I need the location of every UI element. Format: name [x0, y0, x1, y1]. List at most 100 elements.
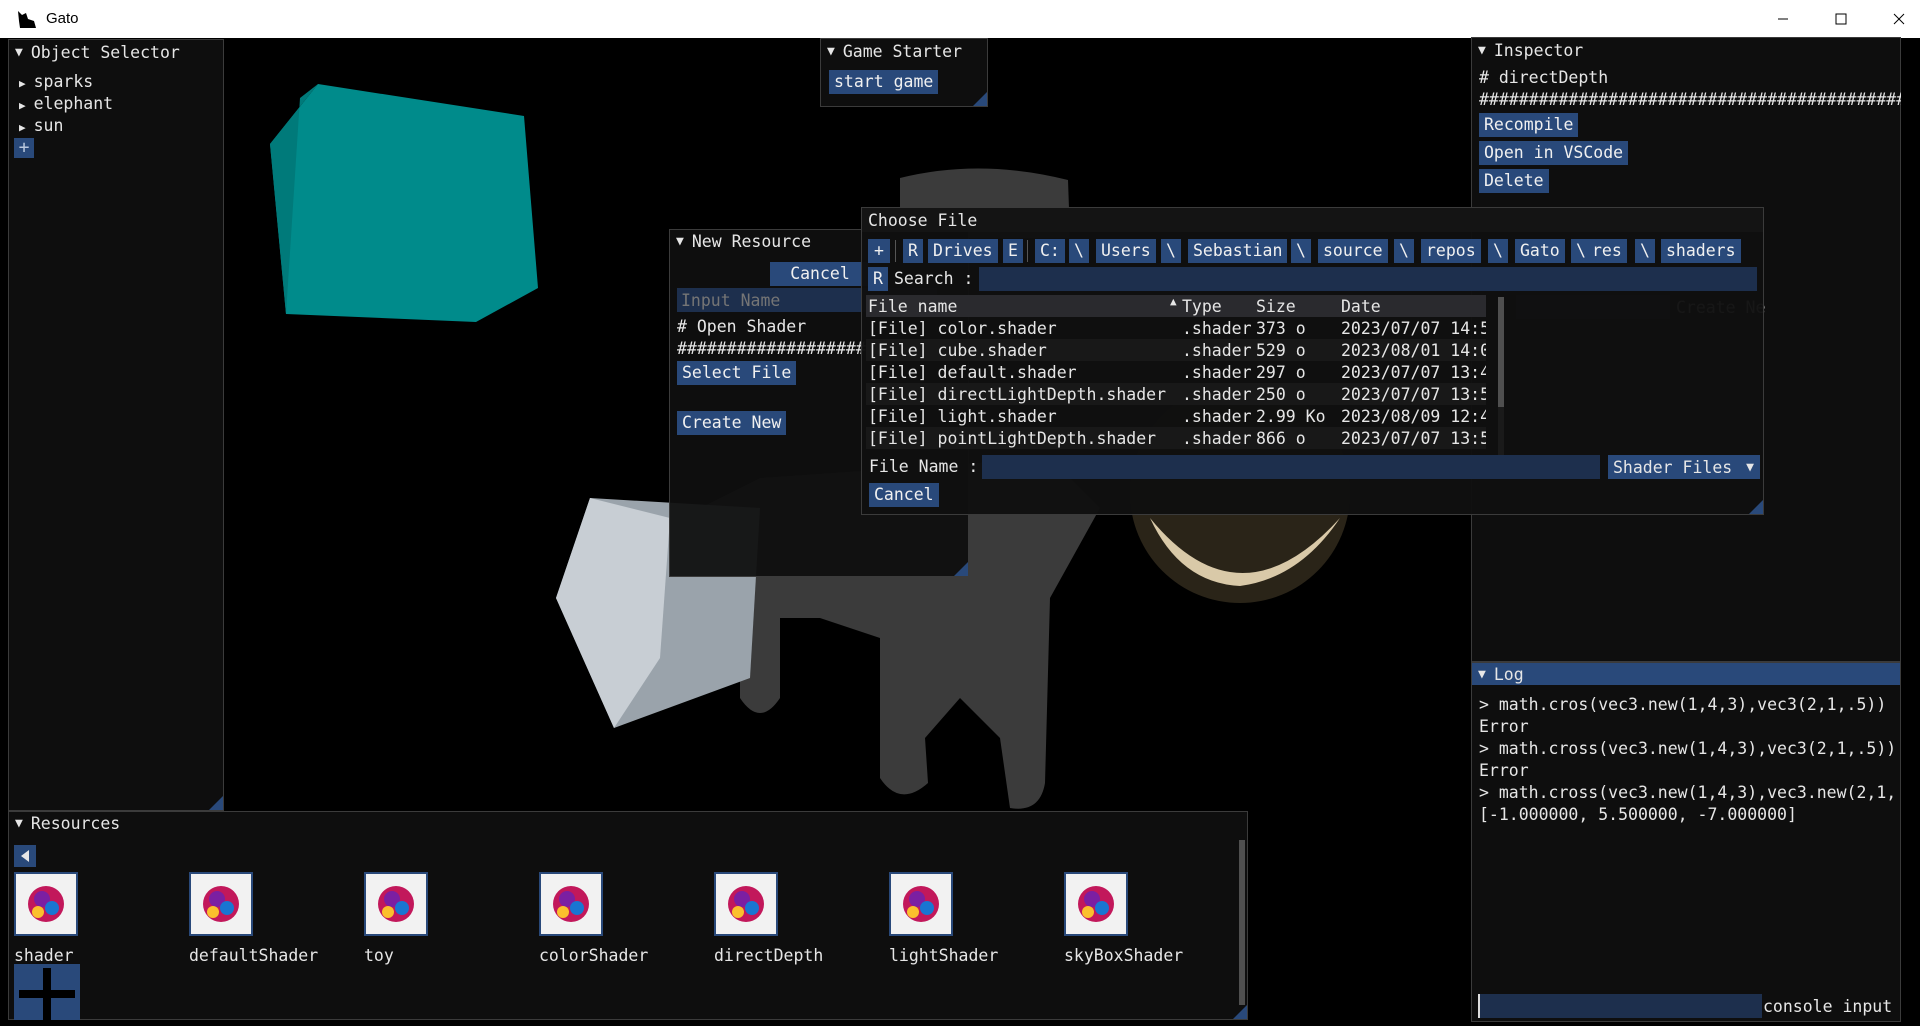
path-sep[interactable]: \	[1069, 239, 1089, 263]
maximize-button[interactable]	[1812, 0, 1870, 38]
resource-thumbnail	[539, 872, 603, 936]
file-type: .shader	[1182, 363, 1252, 382]
resize-grip[interactable]	[1233, 1005, 1247, 1019]
path-shaders[interactable]: shaders	[1661, 239, 1741, 263]
path-sep[interactable]: \	[1161, 239, 1181, 263]
log-line: > math.cross(vec3.new(1,4,3),vec3.new(2,…	[1479, 783, 1899, 802]
new-resource-cancel-button[interactable]: Cancel	[770, 262, 870, 286]
resource-label: lightShader	[889, 946, 999, 965]
recompile-button[interactable]: Recompile	[1479, 113, 1579, 137]
collapse-triangle-icon[interactable]: ▼	[1478, 43, 1486, 58]
collapse-triangle-icon[interactable]: ▼	[1478, 667, 1486, 682]
choose-file-header[interactable]: Choose File	[862, 208, 1763, 232]
tree-item-label: elephant	[33, 94, 114, 113]
resize-grip[interactable]	[973, 92, 987, 106]
path-repos[interactable]: repos	[1421, 239, 1481, 263]
sort-asc-icon: ▲	[1170, 295, 1177, 308]
log-header[interactable]: ▼ Log	[1472, 663, 1900, 685]
tree-arrow-icon: ▶	[19, 121, 26, 134]
path-gato[interactable]: Gato	[1515, 239, 1565, 263]
log-line: > math.cros(vec3.new(1,4,3),vec3(2,1,.5)…	[1479, 695, 1887, 714]
select-file-button[interactable]: Select File	[677, 361, 797, 385]
collapse-triangle-icon[interactable]: ▼	[827, 44, 835, 59]
choose-file-dialog: Choose File + R Drives E C: \ Users \ Se…	[861, 207, 1764, 515]
file-size: 529 o	[1256, 341, 1306, 360]
scrollbar-thumb[interactable]	[1239, 840, 1245, 1005]
drives-button[interactable]: Drives	[928, 239, 998, 263]
tree-item-sun[interactable]: ▶ sun	[19, 116, 63, 135]
path-sebastian[interactable]: Sebastian	[1188, 239, 1288, 263]
window-titlebar: Gato	[0, 0, 1920, 38]
collapse-triangle-icon[interactable]: ▼	[15, 816, 23, 831]
console-input[interactable]	[1478, 994, 1762, 1018]
table-row[interactable]: [File] color.shader .shader 373 o 2023/07/0…	[866, 317, 1486, 339]
tree-item-label: sparks	[33, 72, 94, 91]
table-row[interactable]: [File] light.shader .shader 2.99 Ko 2023/08…	[866, 405, 1486, 427]
path-sep[interactable]: \	[1291, 239, 1311, 263]
choose-file-cancel-button[interactable]: Cancel	[869, 483, 939, 507]
path-sep[interactable]: \	[1394, 239, 1414, 263]
tree-item-elephant[interactable]: ▶ elephant	[19, 94, 113, 113]
minimize-button[interactable]	[1754, 0, 1812, 38]
path-c[interactable]: C:	[1035, 239, 1065, 263]
resize-grip[interactable]	[209, 796, 223, 810]
column-size[interactable]: Size	[1256, 297, 1296, 316]
search-input[interactable]	[979, 267, 1757, 291]
minimize-icon	[1778, 18, 1788, 20]
inspector-separator: ########################################…	[1479, 90, 1901, 109]
resources-scrollbar[interactable]	[1239, 840, 1245, 1005]
collapse-triangle-icon[interactable]: ▼	[15, 45, 23, 60]
table-row[interactable]: [File] pointLightDepth.shader .shader 866 …	[866, 427, 1486, 449]
filename-input[interactable]	[982, 455, 1600, 479]
path-source[interactable]: source	[1318, 239, 1388, 263]
file-type: .shader	[1182, 407, 1252, 426]
reset-search-button[interactable]: R	[868, 267, 888, 291]
file-table-scrollbar[interactable]	[1498, 297, 1504, 457]
add-object-button[interactable]: +	[14, 138, 34, 158]
table-row[interactable]: [File] cube.shader .shader 529 o 2023/08/01…	[866, 339, 1486, 361]
column-date[interactable]: Date	[1341, 297, 1381, 316]
tree-arrow-icon: ▶	[19, 99, 26, 112]
object-selector-header[interactable]: ▼ Object Selector	[9, 40, 223, 64]
inspector-header[interactable]: ▼ Inspector	[1472, 38, 1900, 62]
start-game-button[interactable]: start game	[829, 70, 939, 94]
resize-grip[interactable]	[954, 562, 968, 576]
edit-path-button[interactable]: E	[1003, 239, 1023, 263]
close-button[interactable]	[1870, 0, 1920, 38]
path-sep[interactable]: \	[1488, 239, 1508, 263]
resources-header[interactable]: ▼ Resources	[9, 812, 1247, 834]
resource-label: skyBoxShader	[1064, 946, 1184, 965]
resource-label: shader	[14, 946, 74, 965]
column-name[interactable]: File name	[868, 297, 957, 316]
new-folder-button[interactable]: +	[868, 239, 890, 263]
tree-item-sparks[interactable]: ▶ sparks	[19, 72, 93, 91]
game-starter-header[interactable]: ▼ Game Starter	[821, 39, 987, 63]
scrollbar-thumb[interactable]	[1498, 297, 1504, 407]
log-line: > math.cross(vec3.new(1,4,3),vec3(2,1,.5…	[1479, 739, 1897, 758]
column-type[interactable]: Type	[1182, 297, 1222, 316]
collapse-triangle-icon[interactable]: ▼	[676, 234, 684, 249]
delete-button[interactable]: Delete	[1479, 169, 1549, 193]
table-row[interactable]: [File] default.shader .shader 297 o 2023/07…	[866, 361, 1486, 383]
path-sep[interactable]: \	[1635, 239, 1655, 263]
path-res[interactable]: res	[1587, 239, 1627, 263]
file-filter-value: Shader Files	[1613, 457, 1733, 477]
log-line: [-1.000000, 5.500000, -7.000000]	[1479, 805, 1797, 824]
table-row[interactable]: [File] directLightDepth.shader .shader 250…	[866, 383, 1486, 405]
add-resource-button[interactable]	[14, 964, 80, 1020]
left-arrow-icon	[21, 850, 29, 862]
path-users[interactable]: Users	[1096, 239, 1156, 263]
resources-back-button[interactable]	[14, 845, 36, 867]
file-filter-select[interactable]: Shader Files ▼	[1608, 455, 1760, 479]
resource-thumbnail	[889, 872, 953, 936]
reset-path-button[interactable]: R	[903, 239, 923, 263]
file-date: 2023/07/07 13:49	[1341, 363, 1486, 382]
open-vscode-button[interactable]: Open in VSCode	[1479, 141, 1629, 165]
object-selector-title: Object Selector	[30, 42, 180, 62]
log-line: Error	[1479, 717, 1529, 736]
file-name: [File] cube.shader	[868, 341, 1047, 360]
create-new-button[interactable]: Create New	[677, 411, 787, 435]
resize-grip[interactable]	[1749, 500, 1763, 514]
tree-item-label: sun	[33, 116, 64, 135]
log-title: Log	[1493, 664, 1524, 684]
